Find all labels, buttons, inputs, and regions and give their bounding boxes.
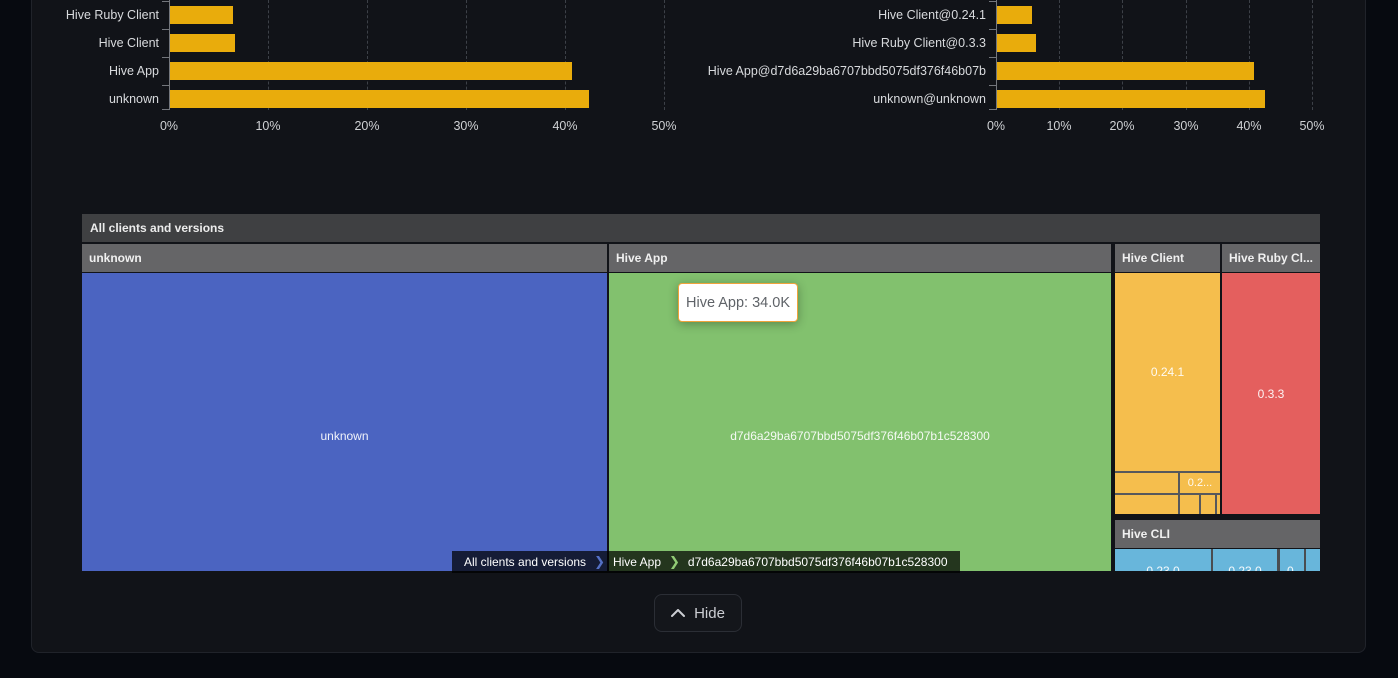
- treemap-breadcrumb: All clients and versions ❯ Hive App ❯ d7…: [452, 551, 960, 573]
- x-tick-label: 20%: [1097, 119, 1147, 133]
- bar-hive-client[interactable]: [170, 34, 235, 52]
- x-tick-label: 40%: [1224, 119, 1274, 133]
- treemap-section-header-hive-cli[interactable]: Hive CLI: [1115, 520, 1320, 548]
- treemap-cell-hive-client-sub[interactable]: [1217, 495, 1220, 514]
- treemap-title: All clients and versions: [82, 214, 1320, 242]
- axis-tick: [989, 85, 996, 86]
- axis-tick: [162, 1, 169, 2]
- axis-tick: [162, 57, 169, 58]
- treemap-region-hive-cli: 0.23.0 0.23.0 0.: [1115, 549, 1320, 571]
- bar-hive-app-hash[interactable]: [997, 62, 1254, 80]
- bar-unknown-unknown[interactable]: [997, 90, 1265, 108]
- treemap-cell-hive-client-sub[interactable]: [1115, 473, 1178, 493]
- bar-hive-ruby-033[interactable]: [997, 34, 1036, 52]
- treemap-cell-hive-cli-sub[interactable]: [1306, 549, 1320, 571]
- axis-tick: [989, 29, 996, 30]
- treemap-tooltip: Hive App: 34.0K: [678, 283, 798, 322]
- x-tick-label: 20%: [342, 119, 392, 133]
- x-tick-label: 30%: [441, 119, 491, 133]
- treemap-cell-hive-cli-0230a[interactable]: 0.23.0: [1115, 549, 1211, 571]
- x-tick-label: 50%: [639, 119, 689, 133]
- treemap-all-clients: All clients and versions unknown Hive Ap…: [82, 214, 1320, 571]
- axis-tick: [162, 29, 169, 30]
- category-label: unknown: [32, 91, 159, 107]
- chevron-right-icon: ❯: [590, 554, 609, 570]
- axis-tick: [989, 1, 996, 2]
- gridline: [1312, 0, 1313, 110]
- category-label: unknown@unknown: [658, 91, 986, 107]
- axis-tick: [162, 85, 169, 86]
- treemap-cell-hive-ruby-033[interactable]: 0.3.3: [1222, 273, 1320, 514]
- treemap-section-header-hive-client[interactable]: Hive Client: [1115, 244, 1220, 272]
- axis-tick: [989, 57, 996, 58]
- bar-hive-app[interactable]: [170, 62, 572, 80]
- hide-button[interactable]: Hide: [654, 594, 742, 632]
- treemap-cell-hive-client-sub[interactable]: [1115, 495, 1178, 514]
- axis-tick: [989, 109, 996, 110]
- treemap-section-header-unknown[interactable]: unknown: [82, 244, 607, 272]
- chevron-right-icon: ❯: [665, 554, 684, 570]
- chevron-up-icon: [671, 609, 685, 617]
- treemap-cell-hive-client-0241[interactable]: 0.24.1: [1115, 273, 1220, 471]
- treemap-cell-hive-cli-0230b[interactable]: 0.23.0: [1213, 549, 1277, 571]
- category-label: Hive Ruby Client: [32, 7, 159, 23]
- treemap-cell-unknown[interactable]: unknown: [82, 273, 607, 571]
- breadcrumb-hive-app[interactable]: Hive App: [609, 555, 665, 569]
- category-label: Hive Client: [32, 35, 159, 51]
- x-tick-label: 0%: [144, 119, 194, 133]
- x-tick-label: 10%: [243, 119, 293, 133]
- treemap-section-header-hive-app[interactable]: Hive App: [609, 244, 1111, 272]
- breadcrumb-all-clients[interactable]: All clients and versions: [460, 555, 590, 569]
- axis-tick: [162, 109, 169, 110]
- hide-button-label: Hide: [694, 605, 725, 622]
- tooltip-text: Hive App: 34.0K: [686, 295, 790, 311]
- treemap-section-header-hive-ruby[interactable]: Hive Ruby Cl...: [1222, 244, 1320, 272]
- breadcrumb-hash[interactable]: d7d6a29ba6707bbd5075df376f46b07b1c528300: [684, 555, 952, 569]
- bar-hive-client-0241[interactable]: [997, 6, 1032, 24]
- category-label: Hive App: [32, 63, 159, 79]
- bar-unknown[interactable]: [170, 90, 589, 108]
- treemap-cell-hive-client-sub[interactable]: [1201, 495, 1215, 514]
- x-tick-label: 40%: [540, 119, 590, 133]
- treemap-cell-hive-client-02[interactable]: 0.2...: [1180, 473, 1220, 493]
- x-tick-label: 30%: [1161, 119, 1211, 133]
- treemap-cell-label: unknown: [82, 429, 607, 443]
- bar-hive-ruby-client[interactable]: [170, 6, 233, 24]
- category-label: Hive Client@0.24.1: [658, 7, 986, 23]
- category-label: Hive App@d7d6a29ba6707bbd5075df376f46b07…: [658, 63, 986, 79]
- treemap-region-hive-client: 0.24.1 0.2...: [1115, 273, 1220, 514]
- dashboard-panel: Hive Ruby Client Hive Client Hive App un…: [31, 0, 1366, 653]
- x-tick-label: 10%: [1034, 119, 1084, 133]
- category-label: Hive Ruby Client@0.3.3: [658, 35, 986, 51]
- x-tick-label: 0%: [971, 119, 1021, 133]
- treemap-cell-hive-cli-0[interactable]: 0.: [1280, 549, 1304, 571]
- treemap-cell-hive-client-sub[interactable]: [1180, 495, 1199, 514]
- treemap-cell-label: d7d6a29ba6707bbd5075df376f46b07b1c528300: [609, 429, 1111, 443]
- x-tick-label: 50%: [1287, 119, 1337, 133]
